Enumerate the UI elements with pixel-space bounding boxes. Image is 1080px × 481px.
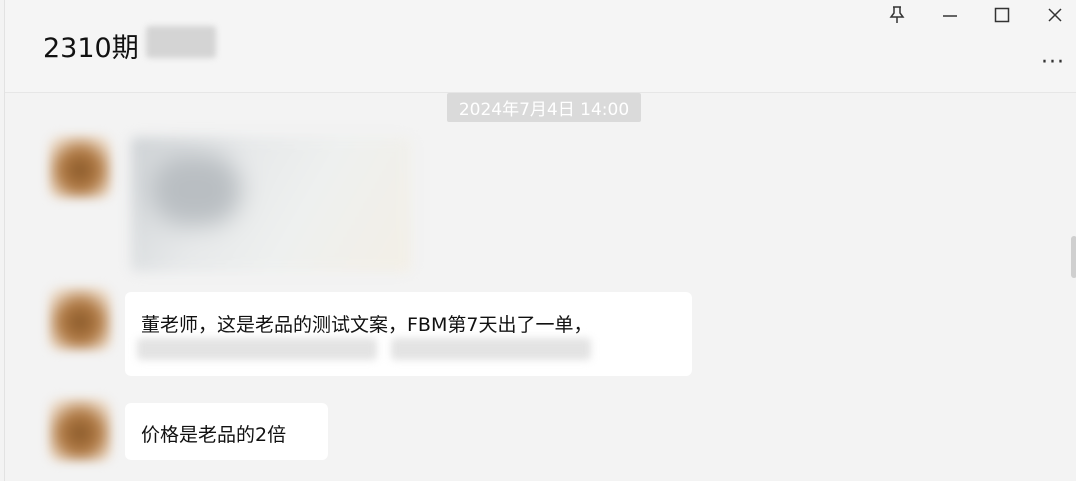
redacted-text (391, 338, 591, 360)
maximize-icon[interactable] (990, 4, 1014, 26)
minimize-icon[interactable] (938, 4, 962, 26)
message-bubble[interactable]: 董老师，这是老品的测试文案，FBM第7天出了一单， (125, 292, 692, 376)
message-bubble[interactable]: 价格是老品的2倍 (125, 403, 328, 460)
window-edge (1076, 0, 1080, 481)
title-bar: 2310期 ··· (5, 0, 1077, 93)
image-message[interactable] (131, 137, 411, 272)
avatar[interactable] (49, 136, 111, 198)
redacted-title-suffix (146, 26, 216, 58)
redacted-text (137, 338, 377, 360)
close-icon[interactable] (1043, 4, 1067, 26)
message-text: 价格是老品的2倍 (141, 424, 287, 446)
chat-window: 2310期 ··· 2024年7月4日 14:00 董老师，这是老品的测试文案，… (4, 0, 1077, 481)
avatar[interactable] (49, 288, 111, 350)
pin-icon[interactable] (885, 4, 909, 26)
avatar[interactable] (49, 399, 111, 461)
message-timestamp: 2024年7月4日 14:00 (447, 93, 641, 122)
chat-title: 2310期 (43, 33, 139, 64)
message-text: 董老师，这是老品的测试文案，FBM第7天出了一单， (141, 314, 593, 336)
more-options-icon[interactable]: ··· (1041, 50, 1065, 75)
